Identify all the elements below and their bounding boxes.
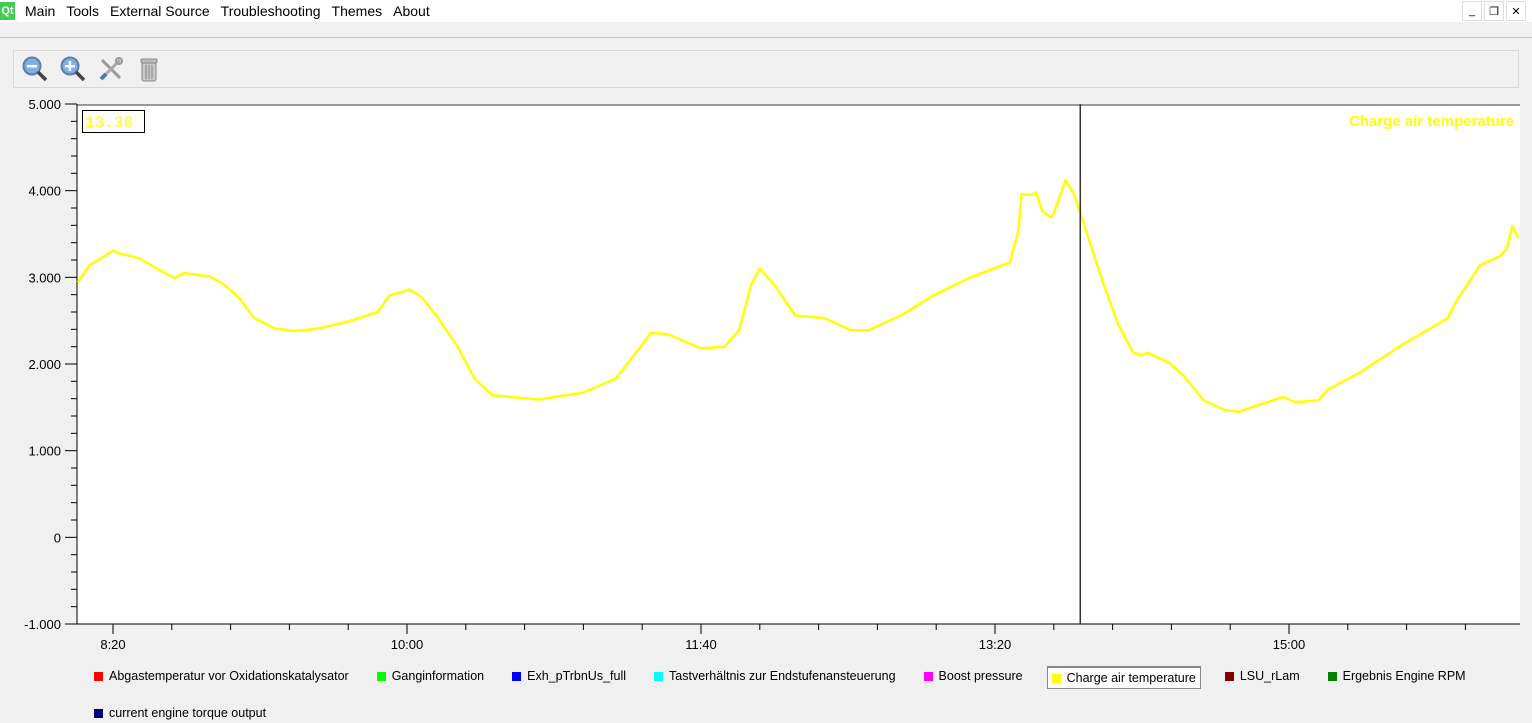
x-tick-label: 8:20 [100,637,125,652]
legend: Abgastemperatur vor Oxidationskatalysato… [90,666,1490,723]
menu-about[interactable]: About [391,3,439,19]
divider [0,37,1532,38]
legend-label: Tastverhältnis zur Endstufenansteuerung [669,669,896,683]
menu-themes[interactable]: Themes [330,3,392,19]
restore-button[interactable]: ❐ [1484,1,1504,21]
legend-swatch [654,671,664,681]
zoom-in-button[interactable] [58,54,88,84]
legend-label: Exh_pTrbnUs_full [527,669,627,683]
chart-title: Charge air temperature [1349,113,1514,130]
legend-item[interactable]: Abgastemperatur vor Oxidationskatalysato… [90,666,353,686]
legend-item[interactable]: Ergebnis Engine RPM [1324,666,1470,686]
y-tick-label: -1.000 [24,617,61,632]
legend-label: current engine torque output [109,706,267,720]
x-tick-label: 10:00 [391,637,424,652]
minimize-button[interactable]: _ [1462,1,1482,21]
x-tick-label: 11:40 [685,637,717,652]
x-tick-label: 15:00 [1273,637,1306,652]
value-readout: 13.36 [85,114,133,132]
zoom-out-icon [22,56,48,82]
legend-swatch [94,708,103,718]
settings-button[interactable] [96,54,126,84]
legend-label: Ganginformation [391,669,485,683]
menu-tools[interactable]: Tools [64,3,108,19]
y-tick-label: 2.000 [28,357,61,372]
toolbar [13,50,1519,88]
legend-label: Charge air temperature [1066,671,1196,685]
clear-button[interactable] [134,54,164,84]
legend-swatch [1327,671,1337,681]
x-tick-label: 13:20 [979,637,1012,652]
legend-item[interactable]: LSU_rLam [1221,666,1304,686]
legend-item[interactable]: Exh_pTrbnUs_full [508,666,630,686]
legend-label: Abgastemperatur vor Oxidationskatalysato… [109,669,349,683]
menu-troubleshooting[interactable]: Troubleshooting [219,3,330,19]
menu-main[interactable]: Main [23,3,64,19]
zoom-out-button[interactable] [20,54,50,84]
legend-swatch [376,671,386,681]
legend-label: Boost pressure [938,669,1023,683]
legend-item[interactable]: Charge air temperature [1046,666,1201,689]
chart[interactable]: -1.000 0 1.000 2.000 3.000 4.000 5.000 8:20 10:0… [0,95,1532,655]
legend-swatch [1224,671,1234,681]
plot-area [77,104,1520,624]
legend-item[interactable]: Boost pressure [920,666,1027,686]
y-tick-label: 5.000 [28,97,61,112]
legend-label: LSU_rLam [1239,669,1300,683]
y-tick-label: 0 [54,530,61,545]
legend-item[interactable]: Tastverhältnis zur Endstufenansteuerung [650,666,900,686]
legend-swatch [923,671,933,681]
qt-logo-icon: Qt [0,2,15,20]
menu-bar: Qt Main Tools External Source Troublesho… [0,0,1532,22]
legend-label: Ergebnis Engine RPM [1342,669,1466,683]
menu-external-source[interactable]: External Source [108,3,219,19]
legend-swatch [94,671,103,681]
close-button[interactable]: ✕ [1506,1,1526,21]
zoom-in-icon [60,56,86,82]
y-tick-label: 3.000 [28,270,61,285]
legend-item[interactable]: Ganginformation [373,666,488,686]
legend-swatch [512,671,522,681]
legend-item[interactable]: current engine torque output [90,703,270,723]
y-tick-label: 1.000 [28,444,61,459]
y-tick-label: 4.000 [28,184,61,199]
trash-icon [140,58,158,82]
legend-swatch [1051,673,1061,683]
settings-tools-icon [99,57,123,81]
